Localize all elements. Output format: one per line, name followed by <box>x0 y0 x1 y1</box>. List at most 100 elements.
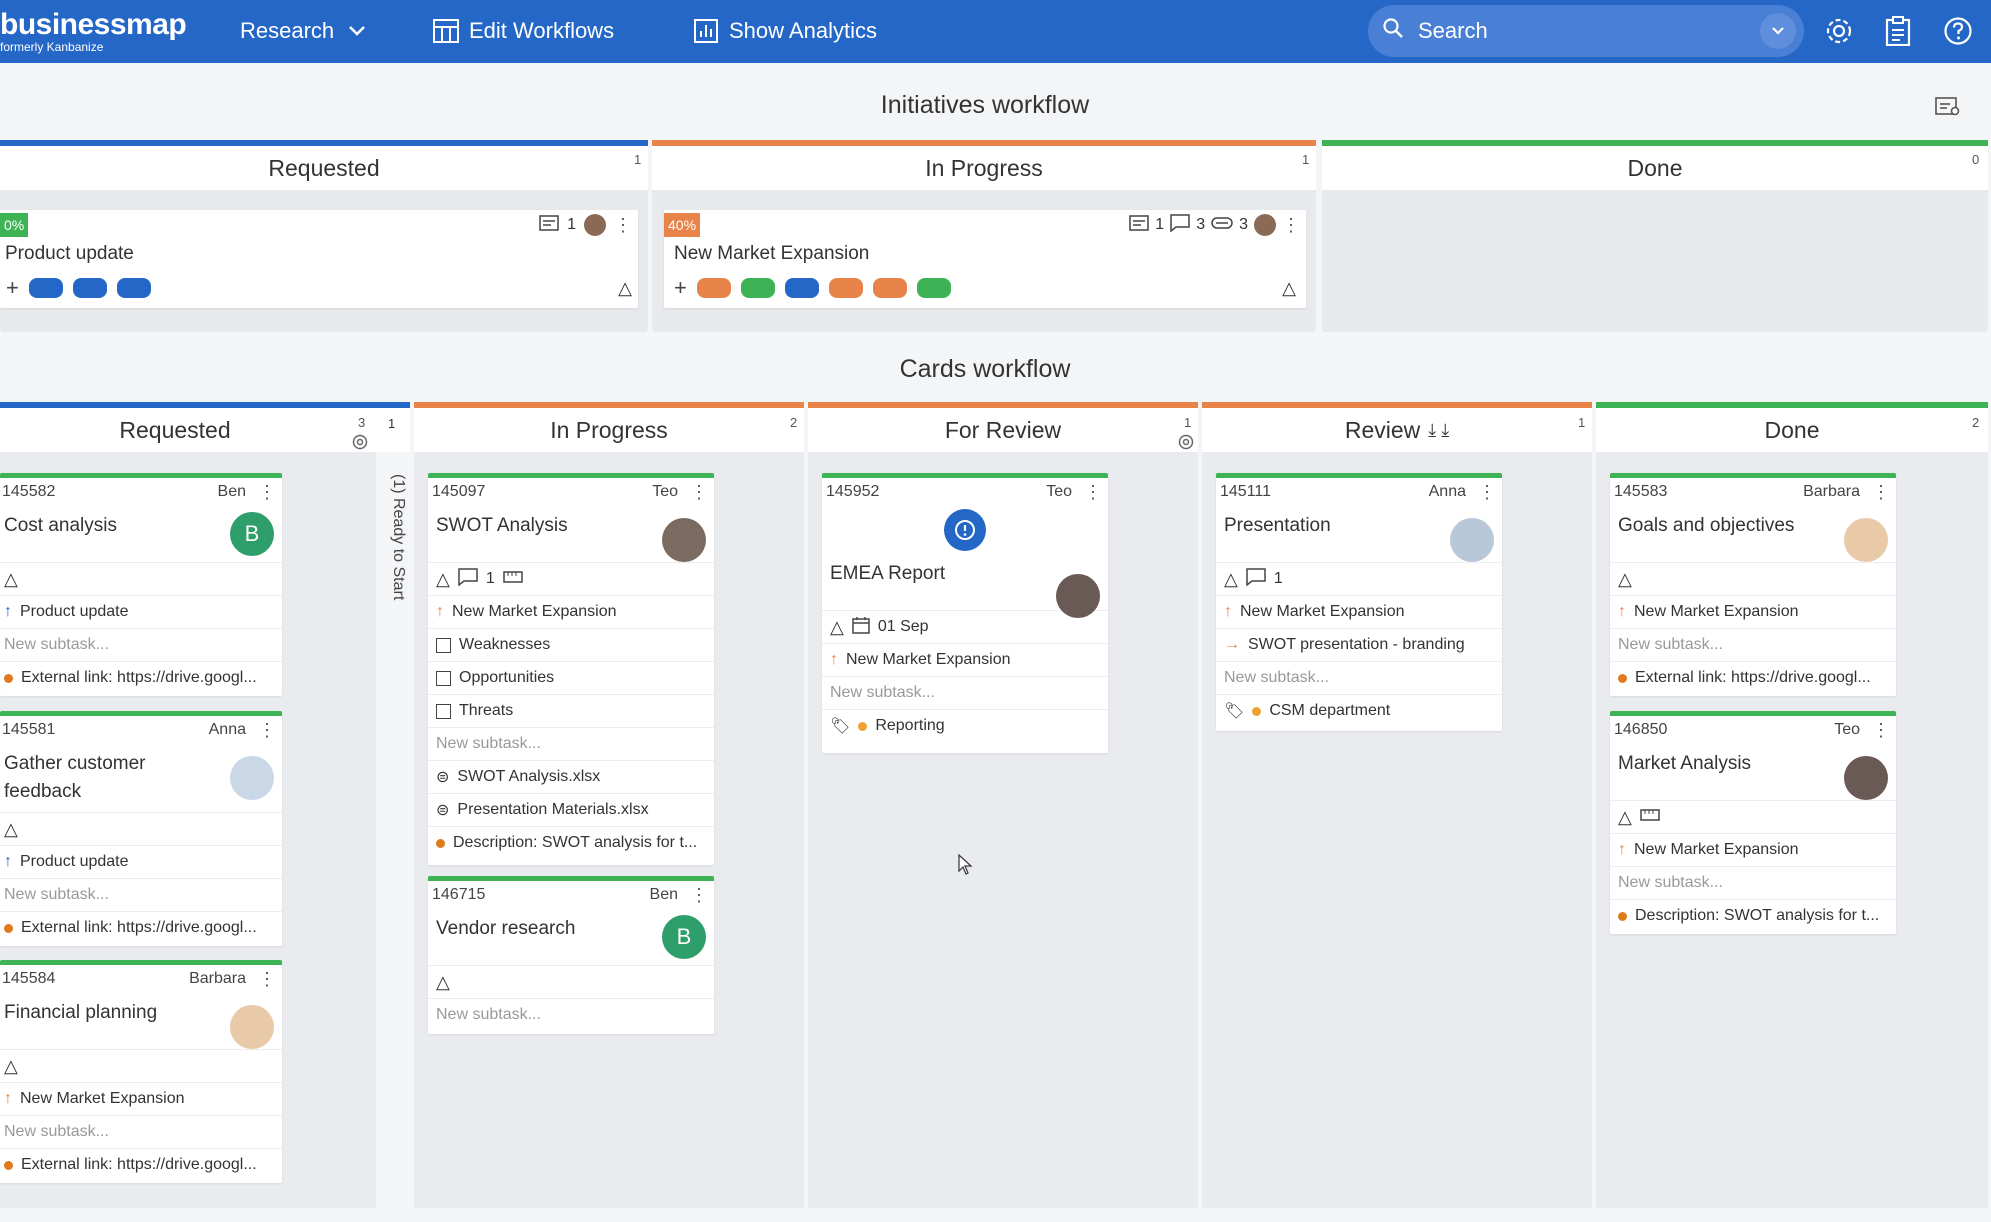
card-description[interactable]: Description: SWOT analysis for t... <box>453 834 697 852</box>
more-options-icon[interactable]: ⋮ <box>1872 721 1890 739</box>
new-subtask-input[interactable]: New subtask... <box>436 735 541 753</box>
card-145583[interactable]: 145583 Barbara ⋮ Goals and objectives △ ↑ N… <box>1610 473 1896 696</box>
parent-link[interactable]: New Market Expansion <box>20 1090 185 1108</box>
child-card-pill[interactable] <box>872 278 907 298</box>
ready-to-start-collapse[interactable]: 1 <box>382 402 408 452</box>
card-145584[interactable]: 145584 Barbara ⋮ Financial planning △ ↑ New… <box>0 960 282 1183</box>
column-policy-icon[interactable] <box>352 434 368 455</box>
parent-link[interactable]: Product update <box>20 853 129 871</box>
warning-triangle-icon[interactable]: △ <box>1282 278 1296 299</box>
more-options-icon[interactable]: ⋮ <box>690 483 708 501</box>
column-header-in-progress[interactable]: In Progress <box>414 402 804 452</box>
card-146715[interactable]: 146715 Ben ⋮ Vendor research B △ New subta… <box>428 876 714 1034</box>
more-options-icon[interactable]: ⋮ <box>1872 483 1890 501</box>
ruler-icon[interactable] <box>1640 808 1660 826</box>
warning-triangle-icon[interactable]: △ <box>1618 807 1632 828</box>
warning-triangle-icon[interactable]: △ <box>4 819 18 840</box>
subtask-checkbox[interactable] <box>436 637 451 653</box>
warning-triangle-icon[interactable]: △ <box>830 617 844 638</box>
search-options-dropdown[interactable] <box>1760 13 1796 49</box>
external-link[interactable]: External link: https://drive.googl... <box>1635 669 1871 687</box>
child-card-pill[interactable] <box>916 278 951 298</box>
search-input[interactable]: Search <box>1368 5 1804 57</box>
tag-label[interactable]: Reporting <box>875 717 944 735</box>
initiative-card-product-update[interactable]: 0% 1 ⋮ Product update + △ <box>0 210 638 308</box>
add-icon[interactable]: + <box>674 275 687 301</box>
edit-workflows-button[interactable]: Edit Workflows <box>433 14 614 48</box>
ruler-icon[interactable] <box>503 570 523 588</box>
parent-link[interactable]: New Market Expansion <box>1634 603 1799 621</box>
logo[interactable]: businessmap formerly Kanbanize <box>0 10 187 54</box>
parent-link[interactable]: Product update <box>20 603 129 621</box>
column-header-requested[interactable]: Requested <box>0 140 648 190</box>
warning-triangle-icon[interactable]: △ <box>4 1056 18 1077</box>
card-description[interactable]: Description: SWOT analysis for t... <box>1635 907 1879 925</box>
new-subtask-input[interactable]: New subtask... <box>1224 669 1329 687</box>
attachment-name[interactable]: Presentation Materials.xlsx <box>457 801 648 819</box>
column-header-done[interactable]: Done <box>1322 140 1988 190</box>
child-card-pill[interactable] <box>696 278 731 298</box>
initiative-card-new-market-expansion[interactable]: 40% 1 3 3 ⋮ New Market Expansion + △ <box>664 210 1306 308</box>
child-link[interactable]: SWOT presentation - branding <box>1248 636 1465 654</box>
external-link[interactable]: External link: https://drive.googl... <box>21 669 257 687</box>
show-analytics-button[interactable]: Show Analytics <box>693 14 877 48</box>
clipboard-icon[interactable] <box>1880 13 1916 49</box>
new-subtask-input[interactable]: New subtask... <box>4 636 109 654</box>
comment-icon[interactable] <box>458 567 478 591</box>
new-subtask-input[interactable]: New subtask... <box>4 1123 109 1141</box>
comment-icon[interactable] <box>1170 213 1190 237</box>
card-details-icon[interactable] <box>1129 214 1150 236</box>
card-146850[interactable]: 146850 Teo ⋮ Market Analysis △ ↑ New Market… <box>1610 711 1896 934</box>
warning-triangle-icon[interactable]: △ <box>4 569 18 590</box>
subtask-checkbox[interactable] <box>436 703 451 719</box>
warning-triangle-icon[interactable]: △ <box>1618 569 1632 590</box>
more-options-icon[interactable]: ⋮ <box>1282 216 1300 234</box>
add-icon[interactable]: + <box>6 275 19 301</box>
card-details-icon[interactable] <box>539 214 559 236</box>
new-subtask-input[interactable]: New subtask... <box>830 684 935 702</box>
child-card-pill[interactable] <box>784 278 819 298</box>
help-icon[interactable] <box>1940 13 1976 49</box>
tag-label[interactable]: CSM department <box>1269 702 1390 720</box>
board-selector-research[interactable]: Research <box>240 14 370 48</box>
collapse-icons[interactable]: ⤓ ⤓ <box>1428 420 1449 441</box>
column-policy-icon[interactable] <box>1178 434 1194 455</box>
attachment-name[interactable]: SWOT Analysis.xlsx <box>457 768 600 786</box>
child-card-pill[interactable] <box>116 278 151 298</box>
parent-link[interactable]: New Market Expansion <box>452 603 617 621</box>
attachment-icon[interactable] <box>1211 216 1233 234</box>
column-header-review[interactable]: Review ⤓ ⤓ <box>1202 402 1592 452</box>
card-145097[interactable]: 145097 Teo ⋮ SWOT Analysis △ 1 ↑ New Market… <box>428 473 714 865</box>
new-subtask-input[interactable]: New subtask... <box>4 886 109 904</box>
warning-triangle-icon[interactable]: △ <box>1224 569 1238 590</box>
child-card-pill[interactable] <box>72 278 107 298</box>
ready-to-start-label[interactable]: (1) Ready to Start <box>383 474 407 644</box>
external-link[interactable]: External link: https://drive.googl... <box>21 1156 257 1174</box>
card-145581[interactable]: 145581 Anna ⋮ Gather customer feedback △ ↑… <box>0 711 282 946</box>
new-subtask-input[interactable]: New subtask... <box>1618 636 1723 654</box>
more-options-icon[interactable]: ⋮ <box>258 970 276 988</box>
workflow-settings-icon[interactable] <box>1935 96 1961 123</box>
more-options-icon[interactable]: ⋮ <box>258 721 276 739</box>
child-card-pill[interactable] <box>740 278 775 298</box>
new-subtask-input[interactable]: New subtask... <box>1618 874 1723 892</box>
parent-link[interactable]: New Market Expansion <box>1240 603 1405 621</box>
warning-triangle-icon[interactable]: △ <box>436 972 450 993</box>
more-options-icon[interactable]: ⋮ <box>258 483 276 501</box>
parent-link[interactable]: New Market Expansion <box>846 651 1011 669</box>
subtask-checkbox[interactable] <box>436 670 451 686</box>
more-options-icon[interactable]: ⋮ <box>1084 483 1102 501</box>
new-subtask-input[interactable]: New subtask... <box>436 1006 541 1024</box>
child-card-pill[interactable] <box>828 278 863 298</box>
due-date[interactable]: 01 Sep <box>878 618 929 636</box>
card-title[interactable]: New Market Expansion <box>664 240 1306 272</box>
blocked-alert-icon[interactable] <box>944 509 986 551</box>
child-card-pill[interactable] <box>28 278 63 298</box>
card-145582[interactable]: 145582 Ben ⋮ Cost analysis B △ ↑ Product up… <box>0 473 282 696</box>
card-title[interactable]: Product update <box>0 240 638 272</box>
gear-icon[interactable] <box>1821 13 1857 49</box>
more-options-icon[interactable]: ⋮ <box>1478 483 1496 501</box>
more-options-icon[interactable]: ⋮ <box>614 216 632 234</box>
more-options-icon[interactable]: ⋮ <box>690 886 708 904</box>
column-header-in-progress[interactable]: In Progress <box>652 140 1316 190</box>
